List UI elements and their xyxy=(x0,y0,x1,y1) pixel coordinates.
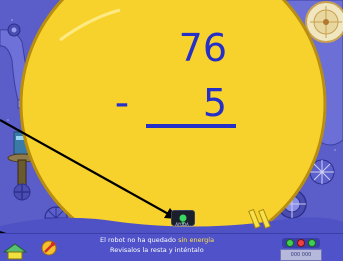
status-message-line-1: El robot no ha quedado sin energía xyxy=(100,236,270,244)
operator-sign: - xyxy=(115,80,129,126)
message-prefix: El robot no ha quedado xyxy=(100,236,176,244)
home-button[interactable] xyxy=(2,242,28,260)
hint-label: AYUDA xyxy=(175,222,189,227)
status-lights-icon xyxy=(282,238,320,248)
score-display: 000 000 xyxy=(280,249,322,261)
home-icon xyxy=(2,243,28,260)
subtrahend-number: 5 xyxy=(203,81,227,125)
answer-line xyxy=(146,124,236,128)
wrench-icon xyxy=(41,240,57,256)
tool-button[interactable] xyxy=(38,239,60,257)
game-stage: 76 - 5 AYUDA El robot no ha quedado sin … xyxy=(0,0,343,261)
message-highlight: sin energía xyxy=(178,236,215,244)
status-message-line-2: Revisalos la resta y inténtalo xyxy=(110,246,204,254)
minuend-number: 76 xyxy=(179,26,227,70)
